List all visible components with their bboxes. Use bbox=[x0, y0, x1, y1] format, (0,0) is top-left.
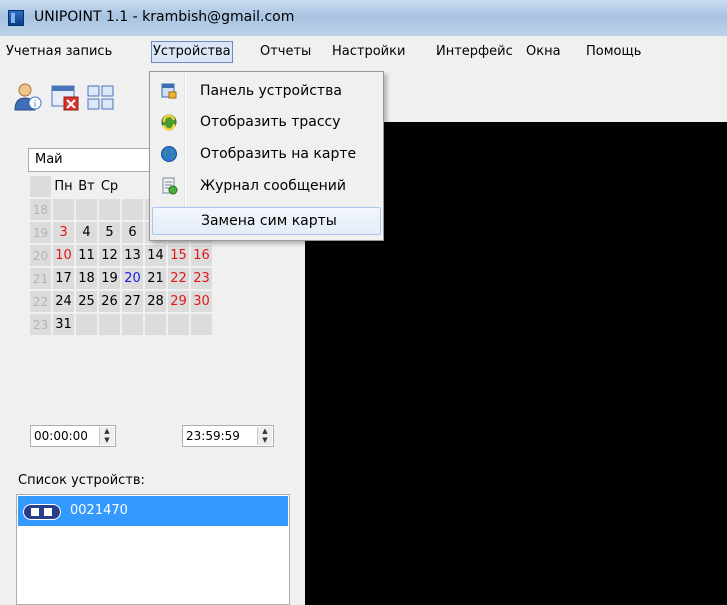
calendar-day[interactable]: 22 bbox=[168, 268, 189, 289]
menu-item-device-panel[interactable]: Панель устройства bbox=[152, 78, 381, 106]
calendar-day[interactable] bbox=[145, 314, 166, 335]
menu-item-label: Замена сим карты bbox=[201, 213, 337, 229]
devices-menu-dropdown: Панель устройства Отобразить трассу Отоб… bbox=[149, 71, 384, 241]
calendar-day[interactable]: 14 bbox=[145, 245, 166, 266]
user-icon[interactable]: i bbox=[12, 82, 42, 112]
spin-up-icon[interactable]: ▲ bbox=[100, 427, 114, 436]
calendar-day[interactable]: 10 bbox=[53, 245, 74, 266]
calendar-day[interactable]: 18 bbox=[76, 268, 97, 289]
calendar-day[interactable]: 5 bbox=[99, 222, 120, 243]
menu-item-show-on-map[interactable]: Отобразить на карте bbox=[152, 141, 381, 169]
menu-interface[interactable]: Интерфейс bbox=[434, 42, 515, 62]
menu-item-message-log[interactable]: Журнал сообщений bbox=[152, 173, 381, 201]
device-list-label: Список устройств: bbox=[18, 473, 145, 488]
menu-devices[interactable]: Устройства bbox=[151, 41, 233, 63]
menu-item-show-route[interactable]: Отобразить трассу bbox=[152, 109, 381, 137]
menu-item-label: Панель устройства bbox=[200, 83, 342, 99]
weekday-header bbox=[122, 176, 143, 197]
calendar-day[interactable]: 30 bbox=[191, 291, 212, 312]
time-to-input[interactable]: 23:59:59 ▲ ▼ bbox=[182, 425, 274, 447]
calendar-week-row: 20 10 11 12 13 14 15 16 bbox=[30, 245, 212, 266]
calendar-day[interactable]: 28 bbox=[145, 291, 166, 312]
calendar-day[interactable]: 19 bbox=[99, 268, 120, 289]
month-select-value: Май bbox=[35, 152, 63, 167]
week-number: 20 bbox=[30, 245, 51, 266]
calendar-day[interactable]: 12 bbox=[99, 245, 120, 266]
time-from-value: 00:00:00 bbox=[34, 429, 88, 443]
svg-text:i: i bbox=[34, 100, 37, 110]
vehicle-icon bbox=[23, 504, 61, 520]
calendar-day[interactable] bbox=[76, 314, 97, 335]
calendar-week-row: 21 17 18 19 20 21 22 23 bbox=[30, 268, 212, 289]
menu-reports[interactable]: Отчеты bbox=[258, 42, 313, 62]
calendar-day[interactable] bbox=[99, 314, 120, 335]
spin-down-icon[interactable]: ▼ bbox=[100, 436, 114, 445]
calendar-day[interactable]: 29 bbox=[168, 291, 189, 312]
calendar-day[interactable]: 16 bbox=[191, 245, 212, 266]
time-to-value: 23:59:59 bbox=[186, 429, 240, 443]
calendar-day[interactable]: 26 bbox=[99, 291, 120, 312]
calendar-day[interactable] bbox=[76, 199, 97, 220]
app-icon bbox=[8, 10, 24, 26]
calendar-day[interactable]: 31 bbox=[53, 314, 74, 335]
weekday-header: Пн bbox=[53, 176, 74, 197]
globe-icon bbox=[160, 145, 178, 163]
title-bar: UNIPOINT 1.1 - krambish@gmail.com bbox=[0, 0, 727, 36]
time-from-input[interactable]: 00:00:00 ▲ ▼ bbox=[30, 425, 116, 447]
calendar-day[interactable] bbox=[191, 314, 212, 335]
time-to-spinner[interactable]: ▲ ▼ bbox=[257, 427, 272, 445]
calendar-week-row: 22 24 25 26 27 28 29 30 bbox=[30, 291, 212, 312]
month-select[interactable]: Май bbox=[28, 148, 158, 172]
device-list[interactable]: 0021470 bbox=[16, 494, 290, 605]
calendar-day[interactable] bbox=[168, 314, 189, 335]
calendar-week-row: 23 31 bbox=[30, 314, 212, 335]
close-window-icon[interactable] bbox=[50, 82, 80, 112]
week-number: 18 bbox=[30, 199, 51, 220]
menu-item-label: Отобразить на карте bbox=[200, 146, 357, 162]
calendar-corner bbox=[30, 176, 51, 197]
menu-bar: Учетная запись Устройства Отчеты Настрой… bbox=[0, 36, 727, 67]
week-number: 22 bbox=[30, 291, 51, 312]
calendar-day[interactable]: 13 bbox=[122, 245, 143, 266]
calendar-day[interactable] bbox=[122, 199, 143, 220]
calendar-day[interactable]: 17 bbox=[53, 268, 74, 289]
menu-settings[interactable]: Настройки bbox=[330, 42, 407, 62]
message-log-icon bbox=[160, 177, 178, 195]
menu-item-label: Отобразить трассу bbox=[200, 114, 341, 130]
weekday-header: Ср bbox=[99, 176, 120, 197]
route-icon bbox=[160, 113, 178, 131]
spin-down-icon[interactable]: ▼ bbox=[258, 436, 272, 445]
week-number: 23 bbox=[30, 314, 51, 335]
calendar-day[interactable] bbox=[122, 314, 143, 335]
device-list-item[interactable]: 0021470 bbox=[18, 496, 288, 526]
menu-account[interactable]: Учетная запись bbox=[4, 42, 114, 62]
calendar-day[interactable] bbox=[53, 199, 74, 220]
calendar-day[interactable]: 25 bbox=[76, 291, 97, 312]
device-name: 0021470 bbox=[70, 503, 128, 518]
window-title: UNIPOINT 1.1 - krambish@gmail.com bbox=[34, 9, 295, 25]
time-from-spinner[interactable]: ▲ ▼ bbox=[99, 427, 114, 445]
calendar-day[interactable]: 23 bbox=[191, 268, 212, 289]
calendar-day[interactable]: 11 bbox=[76, 245, 97, 266]
calendar-day[interactable]: 15 bbox=[168, 245, 189, 266]
calendar-day-today[interactable]: 20 bbox=[122, 268, 143, 289]
calendar-day[interactable]: 3 bbox=[53, 222, 74, 243]
calendar-day[interactable]: 21 bbox=[145, 268, 166, 289]
menu-help[interactable]: Помощь bbox=[584, 42, 643, 62]
menu-item-replace-sim[interactable]: Замена сим карты bbox=[152, 207, 381, 235]
weekday-header: Вт bbox=[76, 176, 97, 197]
grid-layout-icon[interactable] bbox=[86, 82, 116, 112]
device-panel-icon bbox=[160, 82, 178, 100]
calendar-day[interactable] bbox=[99, 199, 120, 220]
calendar-day[interactable]: 24 bbox=[53, 291, 74, 312]
calendar-day[interactable]: 27 bbox=[122, 291, 143, 312]
menu-windows[interactable]: Окна bbox=[524, 42, 563, 62]
week-number: 21 bbox=[30, 268, 51, 289]
calendar-day[interactable]: 6 bbox=[122, 222, 143, 243]
week-number: 19 bbox=[30, 222, 51, 243]
menu-item-label: Журнал сообщений bbox=[200, 178, 346, 194]
calendar-day[interactable]: 4 bbox=[76, 222, 97, 243]
spin-up-icon[interactable]: ▲ bbox=[258, 427, 272, 436]
